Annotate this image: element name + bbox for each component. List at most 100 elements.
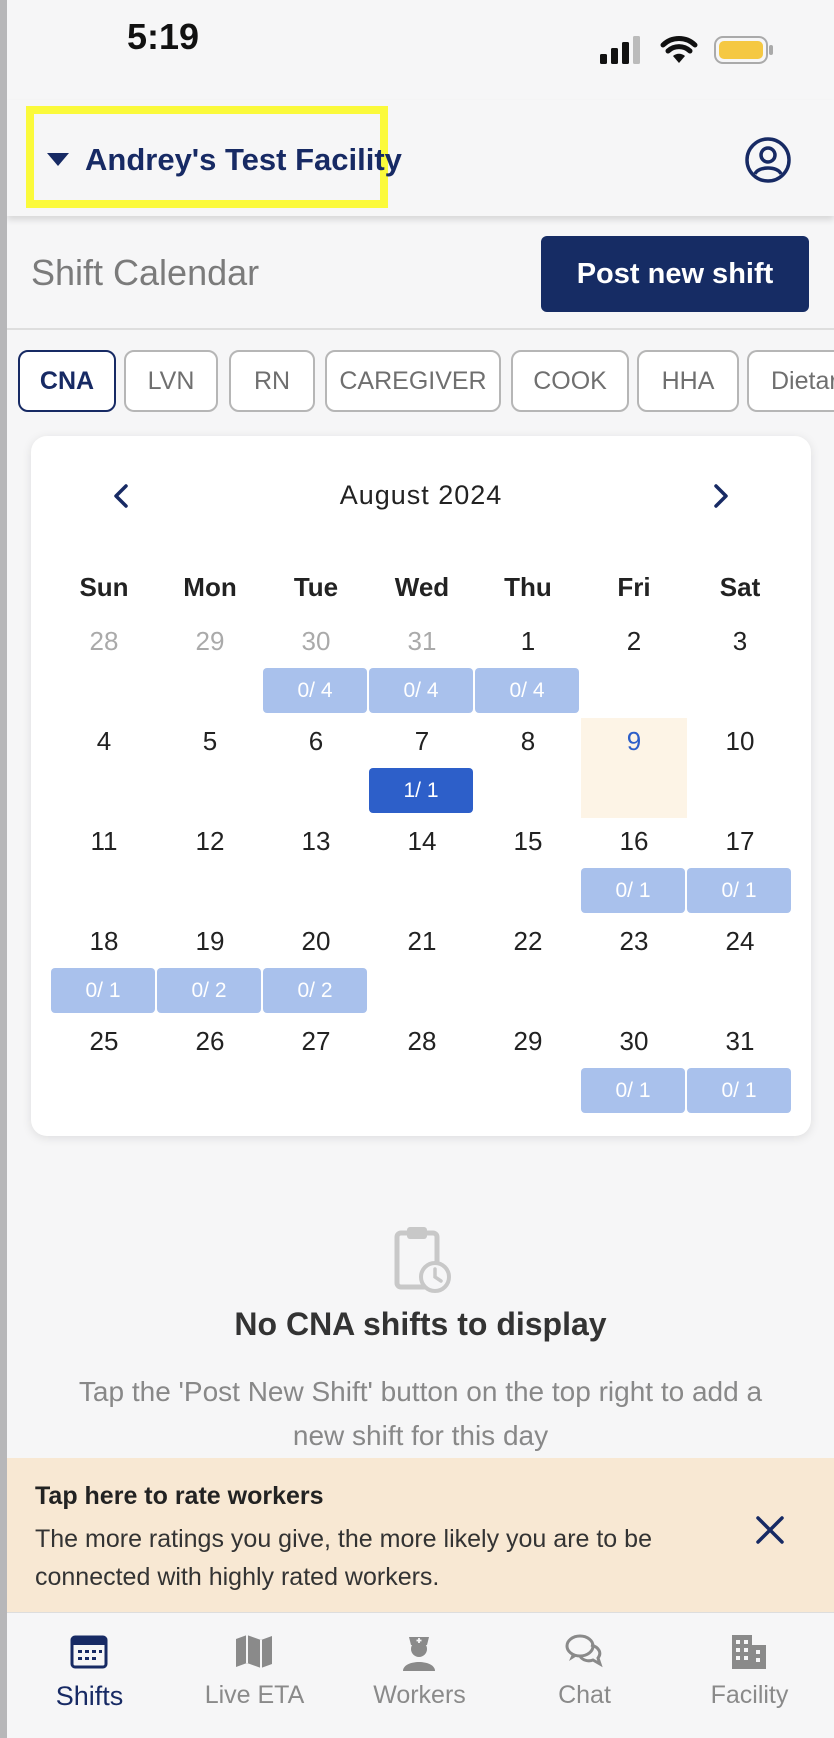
battery-icon: [714, 36, 773, 64]
calendar-day[interactable]: 28: [51, 618, 157, 718]
empty-state-title: No CNA shifts to display: [234, 1306, 607, 1342]
status-time: 5:19: [127, 16, 200, 57]
facility-selector[interactable]: Andrey's Test Facility: [47, 142, 402, 178]
weekday-label: Tue: [293, 572, 339, 602]
calendar-day[interactable]: 20 0/ 2: [263, 918, 369, 1018]
day-number: 28: [407, 1026, 437, 1056]
shift-count-badge[interactable]: 0/ 1: [581, 1068, 685, 1113]
chevron-right-icon: [714, 484, 728, 508]
nav-label-workers: Workers: [373, 1681, 466, 1709]
nav-label-live-eta: Live ETA: [204, 1681, 305, 1709]
role-tab-dietary[interactable]: Dietary: [747, 350, 834, 412]
nav-shifts[interactable]: Shifts: [7, 1613, 172, 1738]
day-number: 4: [96, 726, 112, 756]
calendar-day[interactable]: 7 1/ 1: [369, 718, 475, 818]
app-header: Andrey's Test Facility: [7, 100, 834, 216]
calendar-day[interactable]: 16 0/ 1: [581, 818, 687, 918]
calendar-day[interactable]: 31 0/ 4: [369, 618, 475, 718]
calendar-day[interactable]: 6: [263, 718, 369, 818]
role-tab-hha[interactable]: HHA: [637, 350, 739, 412]
calendar-day[interactable]: 21: [369, 918, 475, 1018]
shift-count-badge[interactable]: 0/ 1: [51, 968, 155, 1013]
calendar-day[interactable]: 17 0/ 1: [687, 818, 793, 918]
role-tab-cna[interactable]: CNA: [18, 350, 116, 412]
profile-icon[interactable]: [744, 136, 792, 184]
nav-label-facility: Facility: [710, 1681, 789, 1709]
calendar-day[interactable]: 27: [263, 1018, 369, 1118]
calendar-card: August 2024 Sun Mon Tue Wed Thu Fri Sat 28 29 30…: [31, 436, 811, 1136]
calendar-day[interactable]: 22: [475, 918, 581, 1018]
calendar-day[interactable]: 8: [475, 718, 581, 818]
shift-count-badge[interactable]: 1/ 1: [369, 768, 473, 813]
calendar-day[interactable]: 29: [475, 1018, 581, 1118]
shift-count-badge[interactable]: 0/ 1: [687, 1068, 791, 1113]
calendar-day[interactable]: 13: [263, 818, 369, 918]
calendar-day[interactable]: 4: [51, 718, 157, 818]
calendar-day[interactable]: 30 0/ 4: [263, 618, 369, 718]
role-tabs: CNA LVN RN CAREGIVER COOK HHA Dietary: [11, 350, 834, 416]
day-number: 21: [407, 926, 437, 956]
role-tab-caregiver[interactable]: CAREGIVER: [325, 350, 501, 412]
page-title: Shift Calendar: [31, 252, 260, 293]
nav-facility[interactable]: Facility: [667, 1613, 832, 1738]
weekday-label: Wed: [394, 572, 450, 602]
day-number: 11: [90, 826, 118, 856]
shift-count-badge[interactable]: 0/ 2: [157, 968, 261, 1013]
shift-count-badge[interactable]: 0/ 4: [475, 668, 579, 713]
calendar-day[interactable]: 26: [157, 1018, 263, 1118]
signal-icon: [600, 36, 640, 64]
day-number: 29: [195, 626, 225, 656]
calendar-day[interactable]: 15: [475, 818, 581, 918]
day-number: 16: [619, 826, 649, 856]
calendar-day[interactable]: 31 0/ 1: [687, 1018, 793, 1118]
calendar-day[interactable]: 30 0/ 1: [581, 1018, 687, 1118]
shift-count-badge[interactable]: 0/ 2: [263, 968, 367, 1013]
calendar-day[interactable]: 19 0/ 2: [157, 918, 263, 1018]
nurse-icon: [403, 1637, 435, 1671]
calendar-day[interactable]: 1 0/ 4: [475, 618, 581, 718]
app-screen: 5:19 Andrey's Test Facility Shift Calend…: [7, 0, 834, 1738]
weekday-label: Thu: [504, 572, 552, 602]
caret-down-icon: [47, 153, 69, 166]
calendar-day[interactable]: 25: [51, 1018, 157, 1118]
post-new-shift-button[interactable]: Post new shift: [541, 236, 809, 312]
calendar-day[interactable]: 10: [687, 718, 793, 818]
calendar-month-label: August 2024: [339, 480, 503, 510]
shift-count-badge[interactable]: 0/ 4: [263, 668, 367, 713]
shift-count-badge[interactable]: 0/ 1: [687, 868, 791, 913]
calendar-day[interactable]: 11: [51, 818, 157, 918]
nav-live-eta[interactable]: Live ETA: [172, 1613, 337, 1738]
shift-count-badge[interactable]: 0/ 1: [581, 868, 685, 913]
banner-title: Tap here to rate workers: [35, 1482, 324, 1510]
day-number: 28: [89, 626, 119, 656]
day-number: 8: [520, 726, 536, 756]
next-month-button[interactable]: [701, 476, 741, 516]
role-tab-rn[interactable]: RN: [229, 350, 315, 412]
bottom-nav: Shifts Live ETA Workers Chat Facility: [7, 1612, 834, 1738]
day-number: 13: [301, 826, 331, 856]
calendar-day[interactable]: 5: [157, 718, 263, 818]
calendar-day[interactable]: 9: [581, 718, 687, 818]
day-number: 9: [626, 726, 642, 756]
nav-workers[interactable]: Workers: [337, 1613, 502, 1738]
day-number: 3: [732, 626, 748, 656]
calendar-day[interactable]: 3: [687, 618, 793, 718]
calendar-day[interactable]: 14: [369, 818, 475, 918]
calendar-day[interactable]: 24: [687, 918, 793, 1018]
rate-workers-banner[interactable]: Tap here to rate workers The more rating…: [7, 1458, 834, 1612]
calendar-day[interactable]: 23: [581, 918, 687, 1018]
calendar-day[interactable]: 28: [369, 1018, 475, 1118]
day-number: 30: [301, 626, 331, 656]
calendar-icon: [70, 1635, 108, 1669]
close-icon[interactable]: [750, 1510, 790, 1550]
shift-count-badge[interactable]: 0/ 4: [369, 668, 473, 713]
calendar-day[interactable]: 12: [157, 818, 263, 918]
role-tab-cook[interactable]: COOK: [511, 350, 629, 412]
role-tab-lvn[interactable]: LVN: [124, 350, 218, 412]
calendar-day[interactable]: 29: [157, 618, 263, 718]
day-number: 10: [725, 726, 755, 756]
calendar-day[interactable]: 2: [581, 618, 687, 718]
chat-icon: [565, 1634, 603, 1668]
calendar-day[interactable]: 18 0/ 1: [51, 918, 157, 1018]
nav-chat[interactable]: Chat: [502, 1613, 667, 1738]
